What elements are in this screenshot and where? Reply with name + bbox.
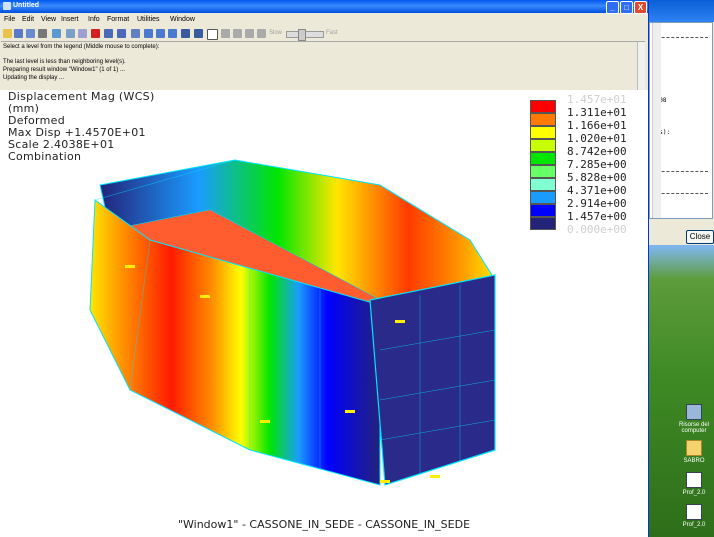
message-line: The last level is less than neighboring … (3, 59, 126, 65)
legend-value[interactable]: 2.914e+00 (567, 197, 627, 210)
menu-format[interactable]: Format (107, 16, 129, 23)
menu-info[interactable]: Info (88, 16, 100, 23)
legend-swatch[interactable] (530, 165, 556, 178)
legend-value[interactable]: 4.371e+00 (567, 184, 627, 197)
legend-swatch[interactable] (530, 217, 556, 230)
legend-value[interactable]: 1.166e+01 (567, 119, 627, 132)
print-icon[interactable] (38, 29, 47, 38)
legend-swatch[interactable] (530, 178, 556, 191)
menu-file[interactable]: File (4, 16, 15, 23)
desktop-icon-folder[interactable]: SABRO (674, 440, 714, 464)
window-icon[interactable] (52, 29, 61, 38)
message-scrollbar[interactable] (637, 42, 645, 90)
legend-swatch[interactable] (530, 100, 556, 113)
close-window-button[interactable]: X (634, 1, 647, 14)
legend-value[interactable]: 5.828e+00 (567, 171, 627, 184)
delete-icon[interactable] (91, 29, 100, 38)
zoom-out-icon[interactable] (156, 29, 165, 38)
menu-view[interactable]: View (41, 16, 56, 23)
folder-icon (686, 440, 702, 456)
legend-value[interactable]: 0.000e+00 (567, 223, 627, 236)
menu-window[interactable]: Window (170, 16, 195, 23)
stop-icon[interactable] (233, 29, 242, 38)
legend-swatch[interactable] (530, 126, 556, 139)
toolbar: Slow Fast (0, 28, 648, 41)
legend-value[interactable]: 1.457e+00 (567, 210, 627, 223)
document-icon (686, 504, 702, 520)
play-icon[interactable] (221, 29, 230, 38)
message-line: Select a level from the legend (Middle m… (3, 44, 160, 50)
main-window: Untitled _ □ X File Edit View Insert Inf… (0, 0, 649, 537)
desktop-icon-label: Prof_2.0 (682, 522, 706, 528)
fast-label: Fast (326, 30, 338, 36)
background-window-text-panel: 0 3008 tes): 0 (649, 22, 713, 219)
edit-icon[interactable] (78, 29, 87, 38)
window-caption: "Window1" - CASSONE_IN_SEDE - CASSONE_IN… (177, 518, 471, 531)
desktop-icon-doc2[interactable]: Prof_2.0 (674, 504, 714, 528)
legend-value[interactable]: 1.457e+01 (567, 93, 627, 106)
desktop-icon-label: SABRO (683, 458, 705, 464)
slow-label: Slow (269, 30, 283, 36)
window-titlebar[interactable]: Untitled _ □ X (0, 0, 648, 14)
minimize-button[interactable]: _ (606, 1, 619, 14)
maximize-button[interactable]: □ (620, 1, 633, 14)
repaint-icon[interactable] (117, 29, 126, 38)
bg-scrollbar[interactable] (652, 23, 661, 218)
message-line: Preparing result window "Window1" (1 of … (3, 67, 125, 73)
copy-icon[interactable] (66, 29, 75, 38)
document-icon (686, 472, 702, 488)
desktop-icon-doc1[interactable]: Prof_2.0 (674, 472, 714, 496)
legend-value[interactable]: 1.311e+01 (567, 106, 627, 119)
app-icon (3, 2, 11, 10)
legend-swatch[interactable] (530, 204, 556, 217)
refit-icon[interactable] (131, 29, 140, 38)
animate-icon[interactable] (207, 29, 218, 40)
legend-value[interactable]: 1.020e+01 (567, 132, 627, 145)
message-line: Updating the display ... (3, 75, 65, 81)
step-forward-icon[interactable] (257, 29, 266, 38)
legend-value[interactable]: 7.285e+00 (567, 158, 627, 171)
legend-swatch[interactable] (530, 139, 556, 152)
graphics-window[interactable]: Displacement Mag (WCS) (mm) Deformed Max… (0, 90, 648, 537)
redraw-icon[interactable] (104, 29, 113, 38)
spin-icon[interactable] (194, 29, 203, 38)
orient-icon[interactable] (181, 29, 190, 38)
menu-insert[interactable]: Insert (61, 16, 79, 23)
computer-icon (686, 404, 702, 420)
open-icon[interactable] (3, 29, 12, 38)
speed-slider-knob[interactable] (298, 29, 306, 41)
legend-swatch[interactable] (530, 152, 556, 165)
legend-value[interactable]: 8.742e+00 (567, 145, 627, 158)
window-title: Untitled (13, 2, 40, 9)
close-button[interactable]: Close (686, 230, 714, 244)
desktop-icon-label: Prof_2.0 (682, 490, 706, 496)
desktop-icon-computer[interactable]: Risorse del computer (674, 404, 714, 434)
menu-edit[interactable]: Edit (22, 16, 34, 23)
save-as-icon[interactable] (26, 29, 35, 38)
legend-swatch[interactable] (530, 113, 556, 126)
menu-utilities[interactable]: Utilities (137, 16, 160, 23)
legend-swatch[interactable] (530, 191, 556, 204)
step-back-icon[interactable] (245, 29, 254, 38)
desktop-icon-label: Risorse del computer (678, 422, 709, 434)
zoom-in-icon[interactable] (144, 29, 153, 38)
menu-bar: File Edit View Insert Info Format Utilit… (0, 14, 648, 27)
zoom-fit-icon[interactable] (168, 29, 177, 38)
save-icon[interactable] (14, 29, 23, 38)
message-area: Select a level from the legend (Middle m… (1, 41, 645, 90)
